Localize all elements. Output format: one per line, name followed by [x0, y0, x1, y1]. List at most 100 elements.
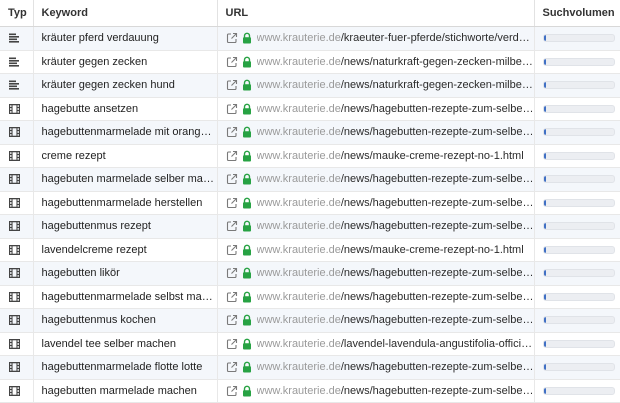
- url-path: /news/hagebutten-rezepte-zum-selbermac..…: [340, 126, 533, 139]
- volume-cell: [534, 355, 620, 380]
- external-link-icon[interactable]: [226, 197, 238, 209]
- keyword-text: hagebutten likör: [41, 267, 120, 280]
- url-link[interactable]: www.krauterie.de/kraeuter-fuer-pferde/st…: [257, 32, 534, 44]
- url-link[interactable]: www.krauterie.de/news/mauke-creme-rezept…: [257, 150, 524, 162]
- url-cell: www.krauterie.de/news/hagebutten-rezepte…: [217, 120, 535, 145]
- external-link-icon[interactable]: [226, 150, 238, 162]
- lock-icon: [242, 314, 252, 326]
- search-volume-fill: [543, 129, 547, 136]
- url-domain: www.krauterie.de: [256, 220, 341, 233]
- url-link[interactable]: www.krauterie.de/news/mauke-creme-rezept…: [257, 244, 524, 256]
- url-link[interactable]: www.krauterie.de/news/hagebutten-rezepte…: [257, 220, 534, 232]
- external-link-icon[interactable]: [226, 173, 238, 185]
- search-volume-fill: [543, 223, 547, 230]
- type-cell: [0, 379, 34, 403]
- url-cell: www.krauterie.de/news/mauke-creme-rezept…: [217, 144, 535, 168]
- external-link-icon[interactable]: [226, 103, 238, 115]
- text-lines-icon: [9, 33, 32, 43]
- search-volume-fill: [543, 176, 547, 183]
- url-cell: www.krauterie.de/news/hagebutten-rezepte…: [217, 167, 535, 192]
- external-link-icon[interactable]: [226, 56, 238, 68]
- keyword-cell: lavendel tee selber machen: [33, 332, 218, 356]
- film-icon: [9, 385, 32, 396]
- type-cell: [0, 144, 34, 168]
- search-volume-bar: [542, 386, 615, 395]
- type-cell: [0, 50, 34, 74]
- url-link[interactable]: www.krauterie.de/news/hagebutten-rezepte…: [257, 267, 534, 279]
- keyword-cell: hagebuttenmarmelade mit orangen...: [33, 120, 218, 145]
- url-cell: www.krauterie.de/news/naturkraft-gegen-z…: [217, 50, 535, 74]
- search-volume-bar: [542, 104, 615, 113]
- url-path: /news/hagebutten-rezepte-zum-selbermac..…: [340, 290, 533, 303]
- external-link-icon[interactable]: [226, 291, 238, 303]
- film-icon: [9, 150, 32, 161]
- keyword-text: lavendelcreme rezept: [41, 243, 147, 256]
- type-cell: [0, 355, 34, 380]
- volume-cell: [534, 261, 620, 286]
- url-link[interactable]: www.krauterie.de/news/hagebutten-rezepte…: [257, 103, 534, 115]
- keyword-cell: kräuter gegen zecken hund: [33, 73, 218, 98]
- url-domain: www.krauterie.de: [256, 55, 341, 68]
- lock-icon: [242, 56, 252, 68]
- external-link-icon[interactable]: [226, 220, 238, 232]
- url-link[interactable]: www.krauterie.de/news/hagebutten-rezepte…: [257, 314, 534, 326]
- table-row: hagebuttenmarmelade selbst mach... www.k…: [0, 285, 620, 309]
- search-volume-bar: [542, 245, 615, 254]
- external-link-icon[interactable]: [226, 244, 238, 256]
- search-volume-bar: [542, 128, 615, 137]
- url-cell: www.krauterie.de/kraeuter-fuer-pferde/st…: [217, 26, 535, 51]
- external-link-icon[interactable]: [226, 361, 238, 373]
- lock-icon: [242, 244, 252, 256]
- url-cell: www.krauterie.de/lavendel-lavendula-angu…: [217, 332, 535, 356]
- keyword-text: creme rezept: [41, 149, 106, 162]
- url-link[interactable]: www.krauterie.de/news/naturkraft-gegen-z…: [257, 56, 534, 68]
- column-header-type[interactable]: Typ: [0, 0, 34, 27]
- search-volume-bar: [542, 339, 615, 348]
- url-domain: www.krauterie.de: [256, 361, 341, 374]
- table-row: hagebutten likör www.krauterie.de/news/h…: [0, 261, 620, 286]
- url-link[interactable]: www.krauterie.de/lavendel-lavendula-angu…: [257, 338, 534, 350]
- search-volume-fill: [543, 293, 547, 300]
- table-row: lavendelcreme rezept www.krauterie.de/ne…: [0, 238, 620, 262]
- volume-cell: [534, 238, 620, 262]
- column-header-volume[interactable]: Suchvolumen: [534, 0, 620, 27]
- text-lines-icon: [9, 80, 32, 90]
- lock-icon: [242, 291, 252, 303]
- type-cell: [0, 191, 34, 215]
- url-link[interactable]: www.krauterie.de/news/naturkraft-gegen-z…: [257, 79, 534, 91]
- table-row: kräuter pferd verdauung www.krauterie.de…: [0, 26, 620, 51]
- external-link-icon[interactable]: [226, 32, 238, 44]
- url-link[interactable]: www.krauterie.de/news/hagebutten-rezepte…: [257, 126, 534, 138]
- lock-icon: [242, 385, 252, 397]
- url-link[interactable]: www.krauterie.de/news/hagebutten-rezepte…: [257, 291, 534, 303]
- volume-cell: [534, 379, 620, 403]
- film-icon: [9, 174, 32, 185]
- type-cell: [0, 167, 34, 192]
- external-link-icon[interactable]: [226, 79, 238, 91]
- keyword-text: hagebuttenmarmelade flotte lotte: [41, 361, 203, 374]
- keyword-text: kräuter pferd verdauung: [41, 32, 159, 45]
- search-volume-bar: [542, 316, 615, 325]
- url-link[interactable]: www.krauterie.de/news/hagebutten-rezepte…: [257, 197, 534, 209]
- external-link-icon[interactable]: [226, 338, 238, 350]
- column-header-keyword[interactable]: Keyword: [33, 0, 218, 27]
- url-domain: www.krauterie.de: [256, 314, 341, 327]
- volume-cell: [534, 332, 620, 356]
- url-link[interactable]: www.krauterie.de/news/hagebutten-rezepte…: [257, 385, 534, 397]
- external-link-icon[interactable]: [226, 314, 238, 326]
- table-row: creme rezept www.krauterie.de/news/mauke…: [0, 144, 620, 168]
- external-link-icon[interactable]: [226, 385, 238, 397]
- film-icon: [9, 127, 32, 138]
- keyword-text: lavendel tee selber machen: [41, 337, 177, 350]
- external-link-icon[interactable]: [226, 267, 238, 279]
- keyword-cell: hagebuttenmarmelade selbst mach...: [33, 285, 218, 309]
- url-path: /news/hagebutten-rezepte-zum-selbermac..…: [340, 220, 533, 233]
- url-link[interactable]: www.krauterie.de/news/hagebutten-rezepte…: [257, 173, 534, 185]
- external-link-icon[interactable]: [226, 126, 238, 138]
- url-path: /news/hagebutten-rezepte-zum-selbermac..…: [340, 102, 533, 115]
- column-header-url[interactable]: URL: [217, 0, 535, 27]
- table-row: kräuter gegen zecken hund www.krauterie.…: [0, 73, 620, 98]
- url-link[interactable]: www.krauterie.de/news/hagebutten-rezepte…: [257, 361, 534, 373]
- search-volume-bar: [542, 34, 615, 43]
- volume-cell: [534, 26, 620, 51]
